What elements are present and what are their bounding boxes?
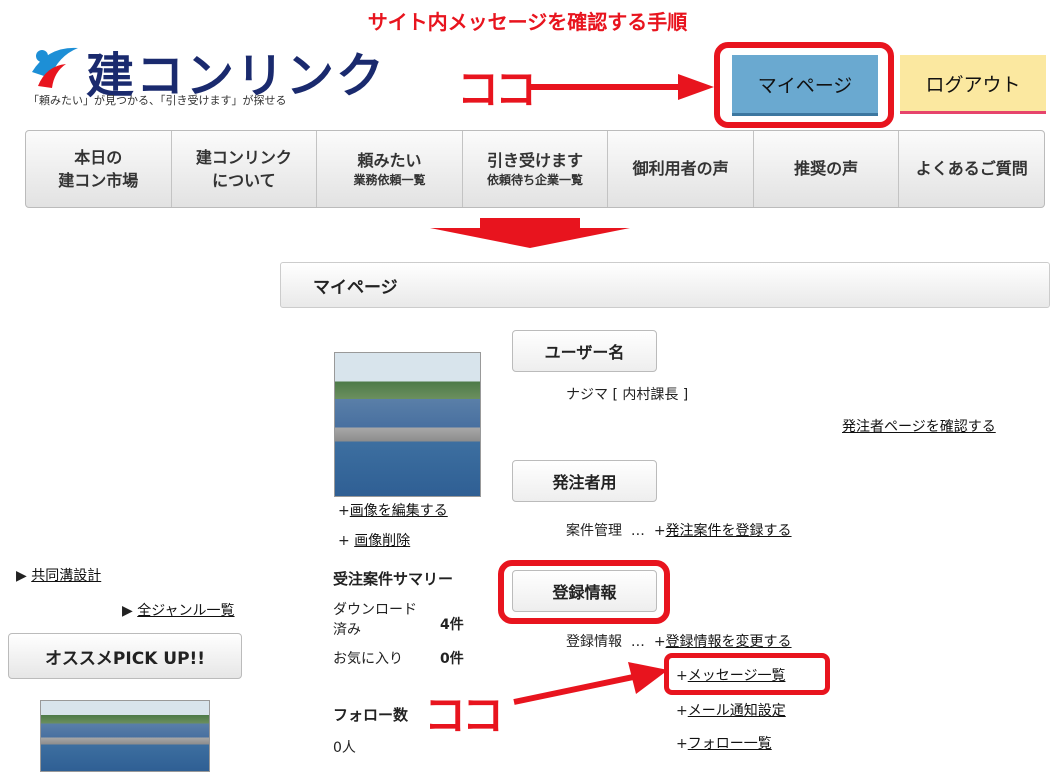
downloaded-label: ダウンロード済み (333, 602, 417, 638)
nav-item-user-voices[interactable]: 御利用者の声 (608, 131, 754, 207)
reg-info-row: 登録情報 … +登録情報を変更する (566, 634, 792, 650)
favorites-count: 0件 (440, 651, 464, 667)
joint-design-row: ▶ 共同溝設計 (16, 568, 102, 584)
highlight-box-reg-info (498, 560, 670, 624)
case-mgmt-row: 案件管理 … +発注案件を登録する (566, 523, 792, 539)
nav-item-recommend-voices[interactable]: 推奨の声 (754, 131, 900, 207)
image-edit-row: +画像を編集する (338, 503, 448, 519)
down-arrow-icon (430, 218, 630, 248)
joint-design-link[interactable]: 共同溝設計 (31, 568, 101, 584)
mypage-section-title: マイページ (280, 262, 1050, 308)
logo-icon (32, 47, 78, 88)
nav-item-market[interactable]: 本日の 建コン市場 (26, 131, 172, 207)
here-label-top: ココ (457, 65, 537, 114)
all-genres-row: ▶ 全ジャンル一覧 (122, 603, 235, 619)
follow-title: フォロー数 (333, 706, 409, 724)
orderer-page-link[interactable]: 発注者ページを確認する (842, 416, 996, 436)
image-delete-link[interactable]: 画像削除 (354, 533, 410, 549)
username-value: ナジマ [ 内村課長 ] (566, 387, 689, 403)
follow-list-row: +フォロー一覧 (676, 736, 772, 752)
favorites-label: お気に入り (333, 651, 403, 667)
all-genres-link[interactable]: 全ジャンル一覧 (137, 603, 234, 619)
image-edit-link[interactable]: 画像を編集する (350, 503, 448, 519)
nav-item-companies[interactable]: 引き受けます 依頼待ち企業一覧 (463, 131, 609, 207)
pickup-button[interactable]: オススメPICK UP!! (8, 633, 242, 679)
guide-title: サイト内メッセージを確認する手順 (367, 10, 688, 34)
summary-title: 受注案件サマリー (333, 570, 454, 588)
profile-photo (334, 352, 481, 497)
username-heading: ユーザー名 (512, 330, 657, 372)
nav-item-requests[interactable]: 頼みたい 業務依頼一覧 (317, 131, 463, 207)
main-nav: 本日の 建コン市場 建コンリンク について 頼みたい 業務依頼一覧 引き受けます 依頼待… (25, 130, 1045, 208)
here-label-bottom: ココ (424, 691, 504, 740)
arrow-to-mypage-icon (530, 74, 714, 100)
arrow-to-message-list-icon (513, 662, 668, 705)
downloaded-count: 4件 (440, 617, 464, 633)
follow-count: 0人 (333, 740, 356, 756)
highlight-box-message-list (664, 653, 830, 695)
mail-setting-link[interactable]: メール通知設定 (688, 703, 786, 719)
highlight-box-mypage (714, 42, 894, 128)
change-info-link[interactable]: 登録情報を変更する (666, 634, 792, 650)
image-delete-row: + 画像削除 (338, 533, 411, 549)
nav-item-faq[interactable]: よくあるご質問 (899, 131, 1044, 207)
pickup-photo[interactable] (40, 700, 210, 772)
logo-tagline: 「頼みたい」が見つかる、「引き受けます」が探せる (28, 94, 287, 107)
nav-item-about[interactable]: 建コンリンク について (172, 131, 318, 207)
orderer-heading: 発注者用 (512, 460, 657, 502)
logout-button[interactable]: ログアウト (900, 55, 1046, 114)
follow-list-link[interactable]: フォロー一覧 (688, 736, 772, 752)
mail-setting-row: +メール通知設定 (676, 703, 786, 719)
register-case-link[interactable]: 発注案件を登録する (666, 523, 792, 539)
